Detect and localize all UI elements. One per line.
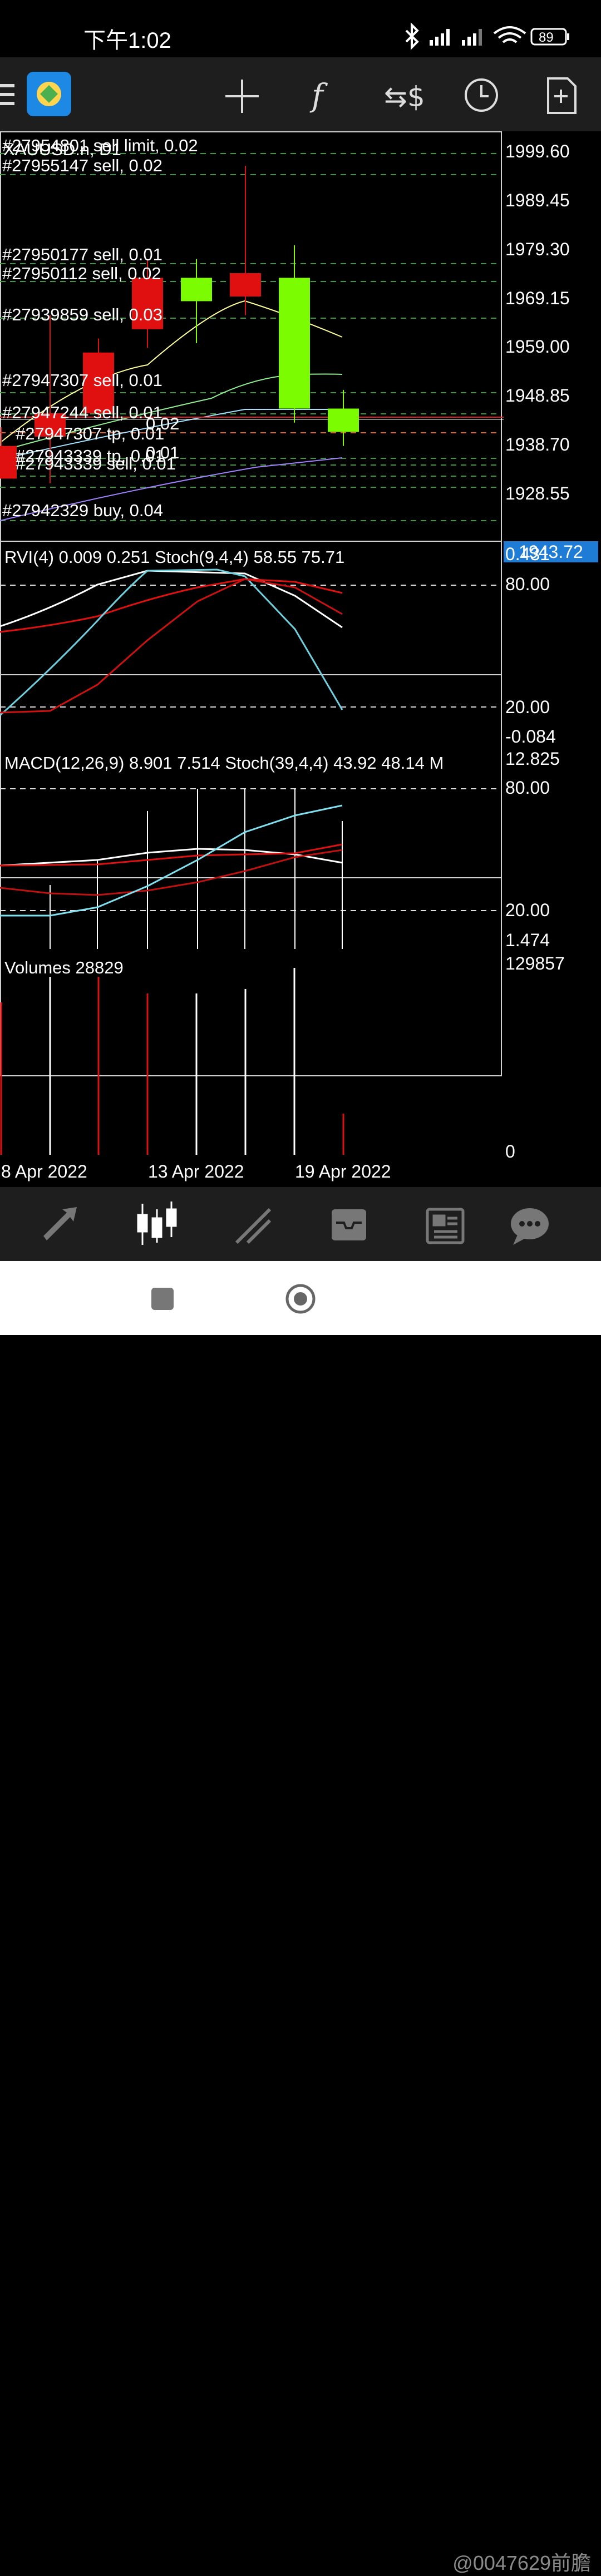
- symbol-change-icon[interactable]: ⇆$: [384, 81, 425, 113]
- new-order-icon[interactable]: [547, 77, 577, 114]
- order-label[interactable]: #27943339 sell, 0.01: [16, 454, 176, 474]
- home-button[interactable]: [285, 1284, 316, 1314]
- bluetooth-icon: [405, 22, 419, 50]
- bottom-nav: [0, 1187, 601, 1261]
- macd-label: MACD(12,26,9) 8.901 7.514 Stoch(39,4,4) …: [4, 753, 444, 773]
- status-bar: 下午1:02 89: [0, 0, 601, 57]
- price-label: 1989.45: [505, 190, 570, 210]
- trade-icon[interactable]: [235, 1208, 272, 1244]
- volume-max: 129857: [505, 953, 565, 973]
- price-label: 1999.60: [505, 141, 570, 161]
- rvi-max: 0.431: [505, 544, 550, 564]
- date-label: 19 Apr 2022: [295, 1161, 391, 1181]
- order-label[interactable]: #27947307 tp, 0.01: [16, 424, 164, 444]
- candle-bear: [230, 273, 261, 297]
- chart-icon[interactable]: [137, 1202, 177, 1245]
- stoch-level-20: 20.00: [505, 697, 550, 717]
- date-label: 8 Apr 2022: [1, 1161, 87, 1181]
- stoch-level-80: 80.00: [505, 574, 550, 594]
- indicators-icon[interactable]: f: [309, 78, 328, 114]
- status-time: 下午1:02: [83, 28, 171, 53]
- order-label[interactable]: #27950177 sell, 0.01: [2, 245, 162, 265]
- quotes-icon[interactable]: [43, 1207, 77, 1240]
- macd-min: 1.474: [505, 930, 550, 950]
- rvi-label: RVI(4) 0.009 0.251 Stoch(9,4,4) 58.55 75…: [4, 547, 345, 567]
- candle-bull: [181, 278, 212, 301]
- svg-text:⇆$: ⇆$: [384, 81, 425, 113]
- date-label: 13 Apr 2022: [148, 1161, 244, 1181]
- order-label[interactable]: #27955147 sell, 0.02: [2, 156, 162, 176]
- order-label[interactable]: #27954801 sell limit, 0.02: [2, 136, 198, 156]
- crosshair-icon[interactable]: [225, 80, 259, 113]
- price-label: 1928.55: [505, 483, 570, 503]
- volume-min: 0: [505, 1141, 515, 1161]
- menu-icon[interactable]: [0, 84, 14, 105]
- stoch-blue: [0, 568, 343, 716]
- price-label: 1979.30: [505, 239, 570, 259]
- order-label[interactable]: #27947244 sell, 0.01: [2, 403, 162, 423]
- rvi-white: [0, 570, 343, 629]
- candle-bull: [279, 278, 310, 409]
- signal-icon-2: [462, 29, 482, 46]
- chart-area[interactable]: 1999.60 1989.45 1979.30 1969.15 1959.00 …: [0, 131, 601, 1187]
- candle-bull: [328, 408, 359, 432]
- wifi-icon: [493, 26, 526, 43]
- volumes-label: Volumes 28829: [4, 958, 124, 977]
- order-label[interactable]: #27947307 sell, 0.01: [2, 370, 162, 390]
- price-label: 1938.70: [505, 434, 570, 454]
- system-nav-bar: @0047629前膽: [0, 1261, 601, 2574]
- macd-red-2: [0, 849, 343, 896]
- chart-toolbar: f ⇆$: [0, 57, 601, 131]
- price-label: 1969.15: [505, 288, 570, 308]
- rvi-min: -0.084: [505, 726, 556, 746]
- app-logo-icon[interactable]: [27, 72, 71, 116]
- price-label: 1948.85: [505, 385, 570, 406]
- signal-icon: [430, 29, 450, 46]
- macd-blue: [0, 804, 343, 917]
- macd-max: 12.825: [505, 749, 560, 769]
- stoch2-level-80: 80.00: [505, 778, 550, 798]
- svg-text:f: f: [309, 78, 328, 114]
- order-label[interactable]: #27950112 sell, 0.02: [2, 264, 161, 284]
- candle-bear: [0, 446, 17, 479]
- order-label[interactable]: #27942329 buy, 0.04: [2, 501, 163, 521]
- order-label[interactable]: #27939859 sell, 0.03: [2, 305, 162, 325]
- stoch-red: [0, 578, 343, 714]
- timeframe-icon[interactable]: [465, 78, 498, 112]
- price-label: 1959.00: [505, 337, 570, 357]
- battery-level: 89: [539, 30, 554, 45]
- stoch2-level-20: 20.00: [505, 900, 550, 920]
- news-icon[interactable]: [426, 1208, 465, 1244]
- recents-button[interactable]: [151, 1288, 174, 1310]
- watermark: @0047629前膽: [452, 2552, 591, 2574]
- chat-icon[interactable]: [511, 1208, 549, 1245]
- history-icon[interactable]: [332, 1209, 366, 1240]
